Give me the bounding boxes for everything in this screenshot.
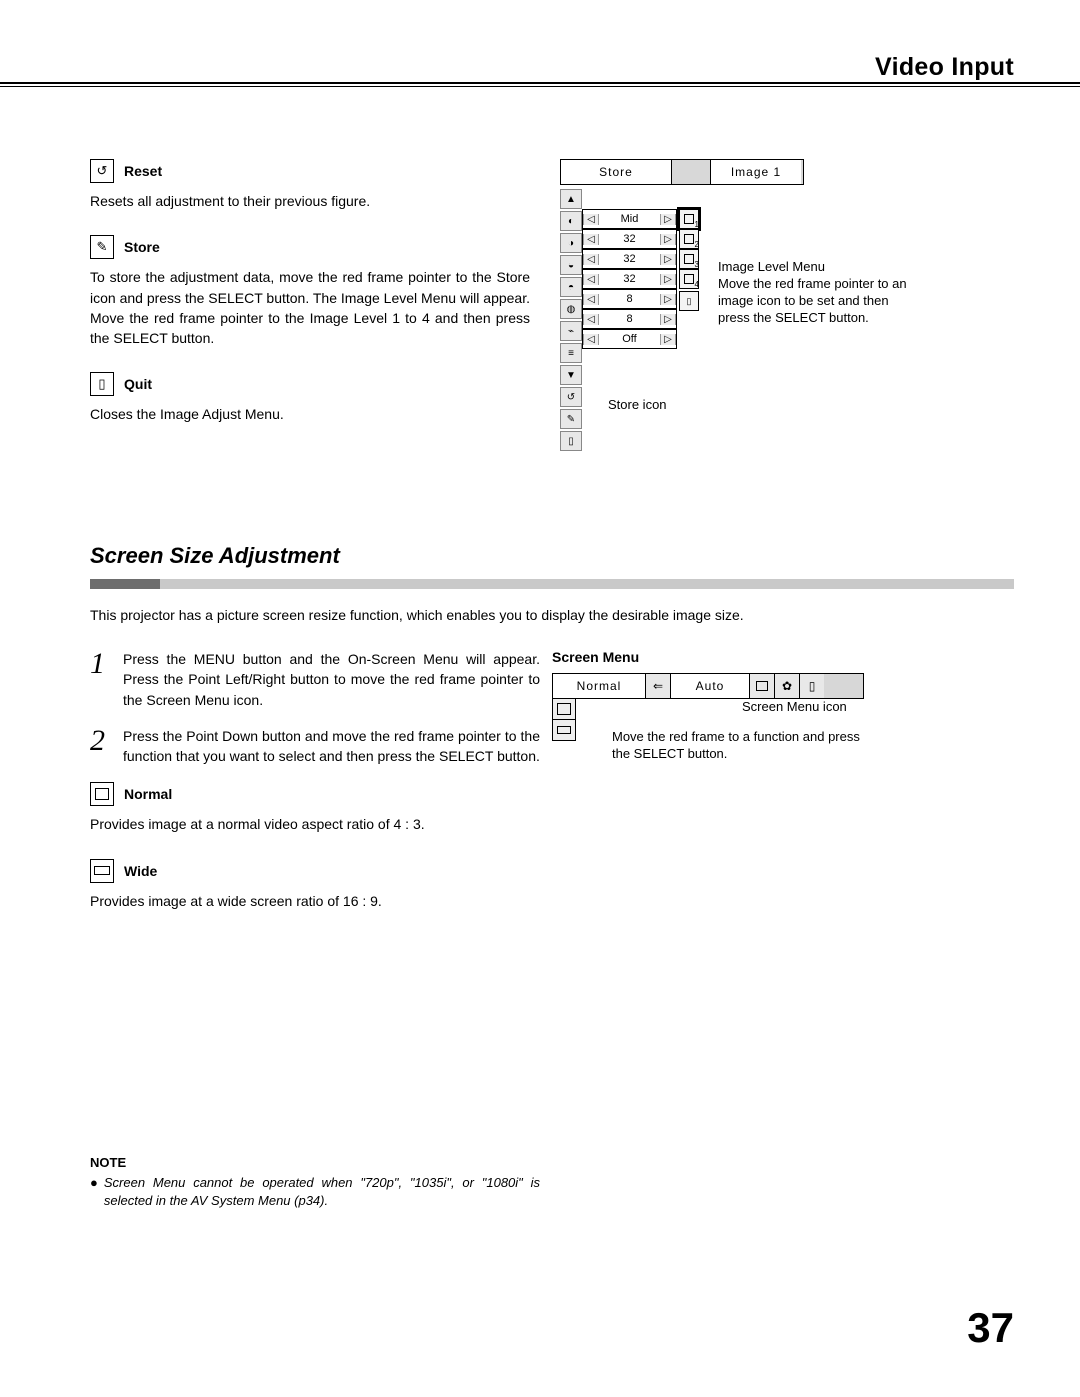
page-number: 37 — [967, 1304, 1014, 1352]
note-text: Screen Menu cannot be operated when "720… — [104, 1174, 540, 1209]
normal-desc: Provides image at a normal video aspect … — [90, 814, 540, 834]
store-section: ✎ Store To store the adjustment data, mo… — [90, 235, 530, 348]
osd-row: ◁32▷ — [582, 229, 677, 249]
reset-title: Reset — [124, 163, 162, 179]
store-icon-callout: Store icon — [608, 397, 798, 414]
sm-auto-label: Auto — [671, 674, 750, 698]
osd-tab-store: Store — [561, 160, 672, 184]
sm-icon: ✿ — [775, 674, 800, 698]
step-2: 2 Press the Point Down button and move t… — [90, 726, 540, 767]
wide-title: Wide — [124, 863, 157, 879]
adjust-icon: ◑ — [560, 233, 582, 253]
quit-side-icon: ▯ — [679, 291, 699, 311]
note-heading: NOTE — [90, 1155, 540, 1170]
osd-row: ◁8▷ — [582, 309, 677, 329]
step-1: 1 Press the MENU button and the On-Scree… — [90, 649, 540, 710]
quit-title: Quit — [124, 376, 152, 392]
normal-title: Normal — [124, 786, 172, 802]
adjust-icon: ◍ — [560, 299, 582, 319]
quit-icon: ▯ — [90, 372, 114, 396]
sm-mode-column — [552, 698, 576, 741]
steps-column: 1 Press the MENU button and the On-Scree… — [90, 649, 540, 935]
sm-icon — [750, 674, 775, 698]
adjust-icon: ≡ — [560, 343, 582, 363]
screen-menu-figure: Screen Menu Normal ⇐ Auto ✿ ▯ Screen Men… — [552, 649, 952, 741]
left-column: ↺ Reset Resets all adjustment to their p… — [90, 159, 530, 453]
osd-icon-column: ◐ ◑ ◒ ◓ ◍ ⌁ ≡ — [560, 189, 582, 385]
osd-lower-column: ↺ ✎ ▯ — [560, 387, 582, 451]
screen-menu-bar: Normal ⇐ Auto ✿ ▯ — [552, 673, 864, 699]
step-text: Press the Point Down button and move the… — [123, 726, 540, 767]
image-level-side: 1 2 3 4 ▯ — [679, 209, 699, 453]
store-desc: To store the adjustment data, move the r… — [90, 267, 530, 348]
wide-section: Wide Provides image at a wide screen rat… — [90, 859, 540, 911]
image-level-4-icon: 4 — [679, 269, 699, 289]
screen-menu-heading: Screen Menu — [552, 649, 952, 665]
adjust-icon: ◐ — [560, 211, 582, 231]
reset-section: ↺ Reset Resets all adjustment to their p… — [90, 159, 530, 211]
sm-icon-callout: Screen Menu icon — [742, 699, 847, 714]
header-rule — [0, 82, 1080, 87]
image-level-2-icon: 2 — [679, 229, 699, 249]
osd-row: ◁8▷ — [582, 289, 677, 309]
reset-icon: ↺ — [90, 159, 114, 183]
quit-desc: Closes the Image Adjust Menu. — [90, 404, 530, 424]
quit-section: ▯ Quit Closes the Image Adjust Menu. — [90, 372, 530, 424]
osd-tab-image1: Image 1 — [710, 160, 801, 184]
bullet-icon: ● — [90, 1174, 98, 1209]
osd-row: ◁32▷ — [582, 269, 677, 289]
osd-value-rows: ◁Mid▷ ◁32▷ ◁32▷ ◁32▷ ◁8▷ ◁8▷ ◁Off▷ — [582, 209, 677, 453]
scroll-up-icon — [560, 189, 582, 209]
wide-desc: Provides image at a wide screen ratio of… — [90, 891, 540, 911]
note-block: NOTE ● Screen Menu cannot be operated wh… — [90, 935, 540, 1209]
quit-row-icon: ▯ — [560, 431, 582, 451]
step-text: Press the MENU button and the On-Screen … — [123, 649, 540, 710]
reset-icon: ↺ — [560, 387, 582, 407]
osd-row: ◁Mid▷ — [582, 209, 677, 229]
osd-row: ◁Off▷ — [582, 329, 677, 349]
adjust-icon: ⌁ — [560, 321, 582, 341]
image-level-3-icon: 3 — [679, 249, 699, 269]
image-level-1-icon: 1 — [679, 209, 699, 229]
normal-section: Normal Provides image at a normal video … — [90, 782, 540, 834]
sm-instruction-callout: Move the red frame to a function and pre… — [612, 729, 872, 763]
step-number: 1 — [90, 649, 105, 710]
wide-icon — [90, 859, 114, 883]
section-heading: Screen Size Adjustment — [90, 543, 1014, 569]
section-rule — [90, 579, 1014, 589]
step-number: 2 — [90, 726, 105, 767]
store-row-icon: ✎ — [560, 409, 582, 429]
sm-normal-icon — [552, 698, 576, 720]
adjust-icon: ◓ — [560, 277, 582, 297]
adjust-icon: ◒ — [560, 255, 582, 275]
sm-icon: ▯ — [800, 674, 824, 698]
osd-figure: Store Image 1 ◐ ◑ ◒ ◓ ◍ ⌁ ≡ — [550, 159, 1014, 453]
sm-normal-label: Normal — [553, 674, 646, 698]
section-intro: This projector has a picture screen resi… — [90, 607, 1014, 623]
reset-desc: Resets all adjustment to their previous … — [90, 191, 530, 211]
normal-icon — [90, 782, 114, 806]
scroll-down-icon — [560, 365, 582, 385]
image-level-callout: Image Level Menu Move the red frame poin… — [718, 259, 908, 327]
store-title: Store — [124, 239, 160, 255]
sm-wide-icon — [552, 719, 576, 741]
sm-icon: ⇐ — [646, 674, 671, 698]
osd-row: ◁32▷ — [582, 249, 677, 269]
store-icon: ✎ — [90, 235, 114, 259]
